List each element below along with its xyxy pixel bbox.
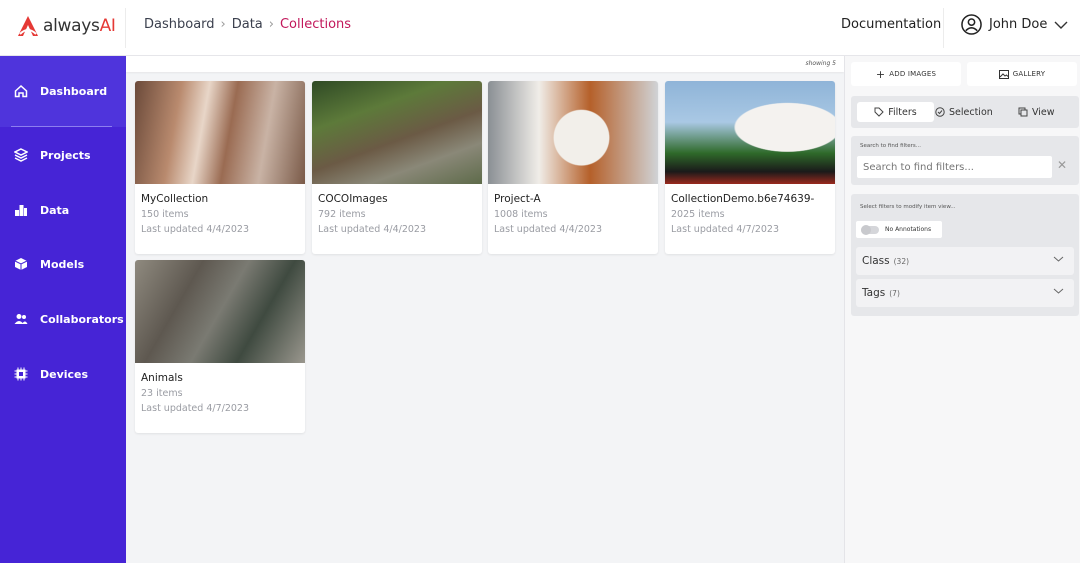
collection-card[interactable]: COCOImages 792 items Last updated 4/4/20… — [312, 81, 482, 254]
filters-box: Select filters to modify item view... No… — [851, 194, 1079, 316]
chevron-down-icon — [1054, 21, 1068, 29]
collection-count: 2025 items — [671, 209, 725, 220]
tab-label: Filters — [888, 106, 917, 118]
logo-text: alwaysAI — [43, 16, 116, 36]
sidebar-item-models[interactable]: Models — [0, 249, 126, 279]
users-icon — [14, 314, 28, 324]
collection-updated: Last updated 4/4/2023 — [141, 224, 249, 235]
accordion-label: Tags — [862, 287, 886, 299]
cube-icon — [14, 258, 28, 270]
filter-search-box: Search to find filters... ✕ — [851, 136, 1079, 185]
tab-label: View — [1032, 106, 1055, 118]
sidebar-item-label: Data — [40, 203, 70, 217]
collection-thumbnail — [665, 81, 835, 184]
home-icon — [14, 84, 28, 98]
sidebar-item-devices[interactable]: Devices — [0, 359, 126, 389]
collections-area: showing 5 MyCollection 150 items Last up… — [126, 56, 844, 563]
sidebar: Dashboard Projects Data Models Collabora… — [0, 56, 126, 563]
collection-count: 23 items — [141, 388, 183, 399]
collection-count: 792 items — [318, 209, 366, 220]
toggle-switch[interactable] — [861, 224, 879, 235]
check-circle-icon — [935, 107, 945, 117]
user-avatar-icon — [961, 14, 982, 35]
add-images-label: ADD IMAGES — [889, 70, 937, 78]
search-label: Search to find filters... — [860, 143, 922, 149]
sidebar-item-label: Devices — [40, 367, 89, 381]
layers-icon — [14, 148, 28, 162]
breadcrumb-collections: Collections — [279, 17, 352, 32]
divider — [943, 8, 944, 48]
collection-card[interactable]: Animals 23 items Last updated 4/7/2023 — [135, 260, 305, 433]
collection-thumbnail — [312, 81, 482, 184]
breadcrumb-dashboard[interactable]: Dashboard — [144, 17, 215, 32]
collection-name: Animals — [141, 372, 183, 384]
collection-thumbnail — [135, 81, 305, 184]
collection-card[interactable]: Project-A 1008 items Last updated 4/4/20… — [488, 81, 658, 254]
tab-filters[interactable]: Filters — [857, 102, 934, 122]
collection-name: MyCollection — [141, 193, 209, 205]
collection-name: Project-A — [494, 193, 541, 205]
accordion-count: (7) — [889, 288, 900, 298]
divider — [11, 126, 112, 127]
collection-name: COCOImages — [318, 193, 388, 205]
tags-filter-accordion[interactable]: Tags (7) — [856, 279, 1074, 307]
chevron-down-icon — [1053, 256, 1064, 262]
panel-tabs: Filters Selection View — [851, 96, 1079, 128]
clear-search-icon[interactable]: ✕ — [1057, 158, 1067, 172]
collection-updated: Last updated 4/4/2023 — [318, 224, 426, 235]
collection-thumbnail — [135, 260, 305, 363]
sidebar-item-label: Collaborators — [40, 312, 124, 326]
tab-view[interactable]: View — [1018, 102, 1055, 122]
filters-label: Select filters to modify item view... — [860, 204, 956, 210]
copy-icon — [1018, 107, 1028, 117]
sidebar-item-label: Models — [40, 257, 85, 271]
no-annotations-toggle[interactable]: No Annotations — [856, 221, 942, 238]
logo-icon — [18, 16, 38, 36]
divider — [125, 8, 126, 48]
filter-search-input[interactable] — [857, 156, 1052, 178]
tab-selection[interactable]: Selection — [935, 102, 993, 122]
sidebar-item-label: Dashboard — [40, 84, 108, 98]
sidebar-item-data[interactable]: Data — [0, 195, 126, 225]
gallery-button[interactable]: GALLERY — [967, 62, 1077, 86]
showing-count: showing 5 — [126, 56, 844, 72]
collection-count: 150 items — [141, 209, 189, 220]
chevron-down-icon — [1053, 288, 1064, 294]
sidebar-item-collaborators[interactable]: Collaborators — [0, 304, 126, 334]
collection-updated: Last updated 4/7/2023 — [671, 224, 779, 235]
gallery-label: GALLERY — [1012, 70, 1046, 78]
sidebar-item-projects[interactable]: Projects — [0, 140, 126, 170]
collection-count: 1008 items — [494, 209, 548, 220]
collection-updated: Last updated 4/4/2023 — [494, 224, 602, 235]
collection-thumbnail — [488, 81, 658, 184]
image-icon — [998, 69, 1009, 79]
sidebar-item-label: Projects — [40, 148, 91, 162]
collection-updated: Last updated 4/7/2023 — [141, 403, 249, 414]
right-panel: + ADD IMAGES GALLERY Filters Selection Vi… — [844, 56, 1080, 563]
logo[interactable]: alwaysAI — [16, 14, 116, 38]
collection-card[interactable]: MyCollection 150 items Last updated 4/4/… — [135, 81, 305, 254]
tag-icon — [874, 107, 884, 117]
breadcrumb: Dashboard › Data › Collections — [144, 17, 352, 32]
user-name: John Doe — [989, 17, 1048, 32]
add-images-button[interactable]: + ADD IMAGES — [851, 62, 961, 86]
sidebar-item-dashboard[interactable]: Dashboard — [0, 76, 126, 106]
collection-name: CollectionDemo.b6e74639- — [671, 193, 815, 205]
accordion-count: (32) — [893, 256, 910, 266]
user-menu[interactable]: John Doe — [961, 14, 1068, 35]
toggle-label: No Annotations — [885, 226, 932, 233]
collection-card[interactable]: CollectionDemo.b6e74639- 2025 items Last… — [665, 81, 835, 254]
data-blocks-icon — [15, 205, 27, 216]
tab-label: Selection — [949, 106, 993, 118]
header: alwaysAI Dashboard › Data › Collections Do… — [0, 0, 1080, 56]
class-filter-accordion[interactable]: Class (32) — [856, 247, 1074, 275]
breadcrumb-data[interactable]: Data — [232, 17, 263, 32]
documentation-link[interactable]: Documentation — [841, 17, 941, 32]
chip-icon — [14, 367, 28, 381]
plus-icon: + — [875, 67, 886, 81]
accordion-label: Class — [862, 255, 890, 267]
